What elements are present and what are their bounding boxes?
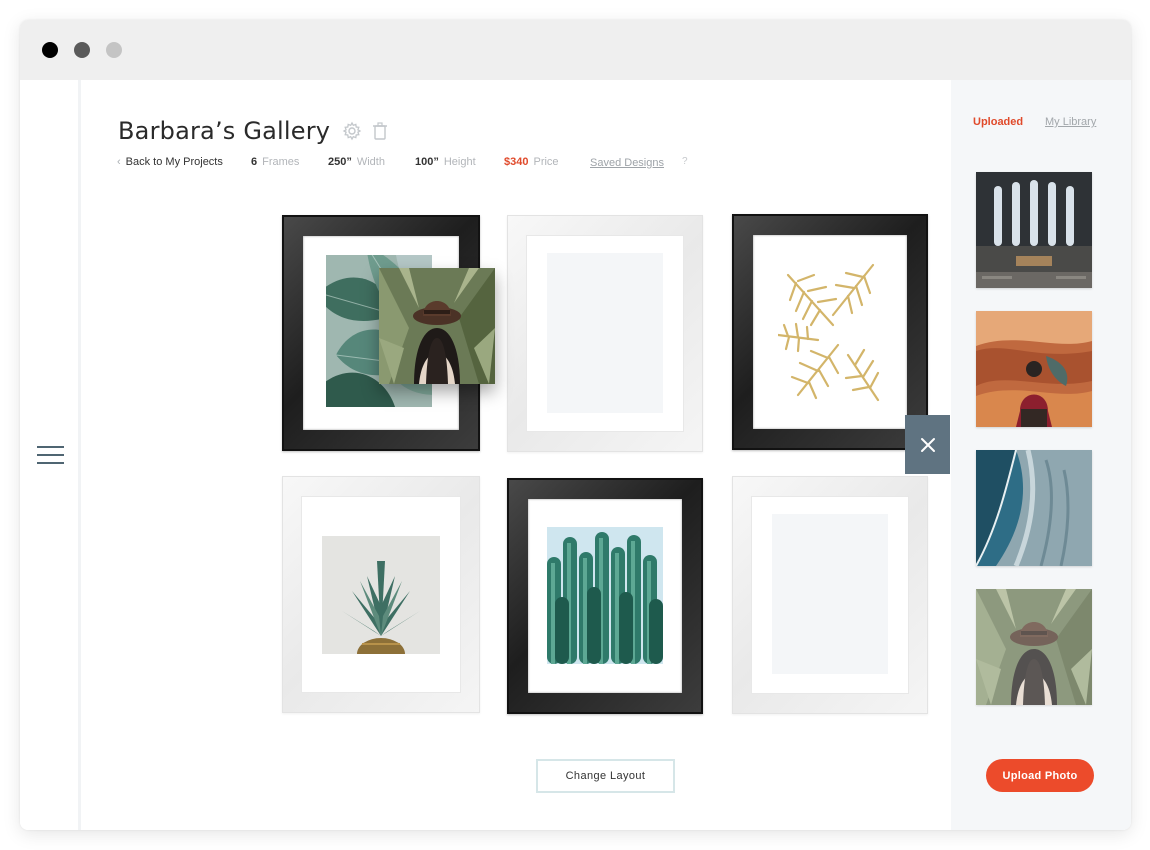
help-icon[interactable]: ? [682,156,688,167]
photo-thumb-woman[interactable] [976,589,1092,705]
artwork-pineapple [322,536,440,654]
title-row: Barbara’s Gallery [118,116,390,146]
height-value: 100” Height [415,156,476,168]
width-value: 250” Width [328,156,385,168]
gear-icon[interactable] [342,121,362,141]
photo-thumb-cathedral[interactable] [976,172,1092,288]
back-label: Back to My Projects [125,156,223,168]
page-title: Barbara’s Gallery [118,117,331,145]
window-minimize-button[interactable] [74,42,90,58]
frame-mat [526,235,684,432]
remove-frame-button[interactable] [905,415,950,474]
frame-5[interactable] [507,478,703,714]
upload-photo-button[interactable]: Upload Photo [986,759,1094,792]
window-maximize-button[interactable] [106,42,122,58]
trash-icon[interactable] [370,121,390,141]
empty-art-slot[interactable] [772,514,888,674]
frame-mat [301,496,461,693]
price-value: $340 Price [504,156,559,168]
main-content: Barbara’s Gallery ‹ Back to My Projects 6… [81,80,951,830]
tab-my-library[interactable]: My Library [1045,116,1096,128]
app-window: Barbara’s Gallery ‹ Back to My Projects 6… [20,20,1131,830]
left-sidebar [20,80,81,830]
frame-3[interactable] [732,214,928,450]
frame-mat [751,496,909,694]
chevron-left-icon: ‹ [117,156,121,168]
frame-6[interactable] [732,476,928,714]
photo-thumb-canyon[interactable] [976,311,1092,427]
change-layout-button[interactable]: Change Layout [536,759,675,793]
close-icon [920,437,935,452]
tab-uploaded[interactable]: Uploaded [973,116,1023,128]
photo-thumb-beach[interactable] [976,450,1092,566]
saved-designs-link[interactable]: Saved Designs [590,157,664,169]
window-close-button[interactable] [42,42,58,58]
back-link[interactable]: ‹ Back to My Projects [117,156,223,168]
title-bar [20,20,1131,80]
artwork-gold-leaves [778,255,882,407]
frame-mat [528,499,682,693]
frame-2[interactable] [507,215,703,452]
frame-4[interactable] [282,476,480,713]
dragging-photo[interactable] [379,268,495,384]
frame-mat [753,235,907,429]
photo-sidebar: Uploaded My Library Upload Photo [951,80,1131,830]
hamburger-menu-icon[interactable] [37,445,64,465]
empty-art-slot[interactable] [547,253,663,413]
artwork-cactus [547,527,663,664]
frames-count: 6 Frames [251,156,300,168]
